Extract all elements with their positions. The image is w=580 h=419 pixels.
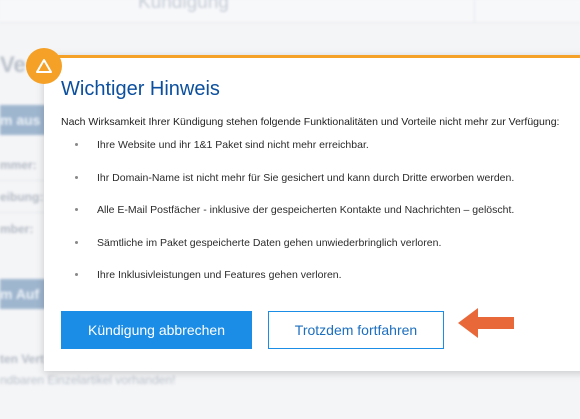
list-item: Ihre Website und ihr 1&1 Paket sind nich… [61, 138, 514, 171]
bullet-icon [75, 175, 78, 179]
list-item: Ihr Domain-Name ist nicht mehr für Sie g… [61, 171, 514, 204]
field-label-2: eibung: [0, 190, 44, 204]
footer-heading: ten Vert [0, 352, 45, 366]
page-header-title: Kündigung [138, 0, 229, 13]
continue-anyway-button[interactable]: Trotzdem fortfahren [268, 311, 444, 349]
bullet-icon [75, 273, 78, 276]
field-label-3: mber: [0, 222, 34, 236]
dialog-intro: Nach Wirksamkeit Ihrer Kündigung stehen … [61, 116, 560, 128]
dialog-title: Wichtiger Hinweis [61, 78, 220, 100]
arrow-left-icon [458, 308, 514, 338]
warning-triangle-icon [26, 48, 62, 84]
field-label-1: mmer: [0, 158, 37, 172]
list-item: Sämtliche im Paket gespeicherte Daten ge… [61, 236, 514, 269]
bullet-icon [75, 240, 78, 244]
consequence-list: Ihre Website und ihr 1&1 Paket sind nich… [61, 138, 514, 301]
list-item: Ihre Inklusivleistungen und Features geh… [61, 268, 514, 301]
bullet-icon [75, 208, 78, 211]
list-item-text: Ihr Domain-Name ist nicht mehr für Sie g… [97, 171, 515, 184]
cancel-termination-button[interactable]: Kündigung abbrechen [61, 311, 252, 349]
list-item: Alle E-Mail Postfächer - inklusive der g… [61, 203, 514, 236]
list-item-text: Alle E-Mail Postfächer - inklusive der g… [97, 204, 515, 216]
header-divider [474, 0, 475, 22]
list-item-text: Ihre Inklusivleistungen und Features geh… [97, 269, 342, 281]
list-item-text: Sämtliche im Paket gespeicherte Daten ge… [97, 236, 442, 249]
section-title: Ve [0, 52, 26, 77]
bullet-icon [75, 143, 78, 146]
list-item-text: Ihre Website und ihr 1&1 Paket sind nich… [97, 139, 369, 151]
footer-note: ndbaren Einzelartikel vorhanden! [0, 373, 176, 387]
page-header: Kündigung [0, 0, 580, 23]
